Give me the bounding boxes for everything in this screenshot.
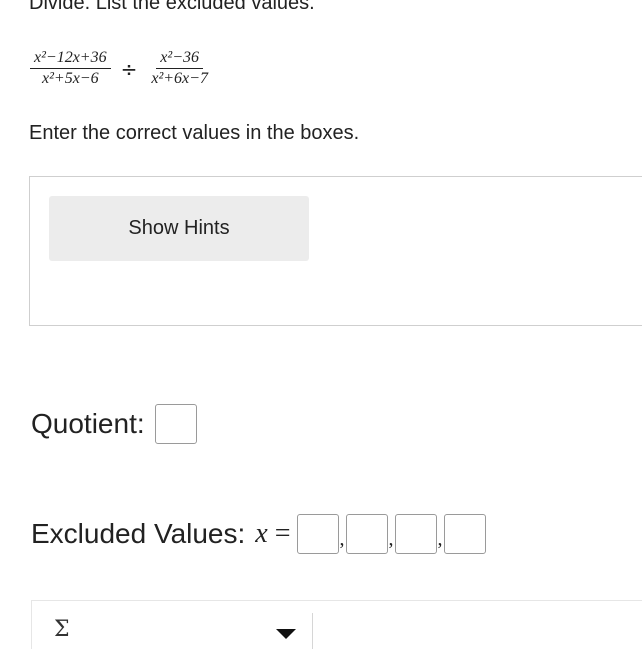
fraction-2: x²−36 x²+6x−7 — [147, 49, 212, 88]
show-hints-button[interactable]: Show Hints — [49, 196, 309, 261]
problem-instruction: Divide. List the excluded values. — [29, 0, 315, 14]
excluded-value-input-4[interactable] — [443, 514, 486, 554]
fraction-1-denominator: x²+5x−6 — [42, 70, 99, 87]
excluded-values-label: Excluded Values: — [31, 518, 246, 549]
variable-x: x — [255, 518, 268, 549]
fraction-1: x²−12x+36 x²+5x−6 — [30, 49, 111, 88]
excluded-value-input-3[interactable] — [394, 514, 437, 554]
equals-sign: = — [274, 518, 291, 549]
comma-separator: , — [437, 527, 443, 550]
comma-separator: , — [388, 527, 394, 550]
hint-panel: Show Hints — [29, 176, 642, 326]
problem-expression: x²−12x+36 x²+5x−6 ÷ x²−36 x²+6x−7 — [30, 49, 212, 88]
excluded-value-input-2[interactable] — [345, 514, 388, 554]
caret-down-icon[interactable] — [276, 629, 296, 639]
fraction-2-denominator: x²+6x−7 — [151, 70, 208, 87]
comma-separator: , — [339, 527, 345, 550]
page: Divide. List the excluded values. x²−12x… — [0, 0, 642, 649]
fraction-2-numerator: x²−36 — [156, 49, 203, 69]
quotient-row: Quotient: — [31, 404, 197, 444]
sigma-icon[interactable]: Σ — [54, 617, 70, 642]
quotient-label: Quotient: — [31, 408, 145, 439]
math-toolbar: Σ — [31, 600, 642, 649]
quotient-input[interactable] — [154, 404, 197, 444]
fraction-1-numerator: x²−12x+36 — [30, 49, 111, 69]
excluded-value-input-1[interactable] — [296, 514, 339, 554]
excluded-values-row: Excluded Values: x = , , , — [31, 514, 486, 554]
x-equals: x = — [255, 518, 290, 550]
toolbar-divider — [312, 613, 313, 649]
division-operator: ÷ — [120, 56, 138, 81]
enter-instructions: Enter the correct values in the boxes. — [29, 122, 360, 144]
